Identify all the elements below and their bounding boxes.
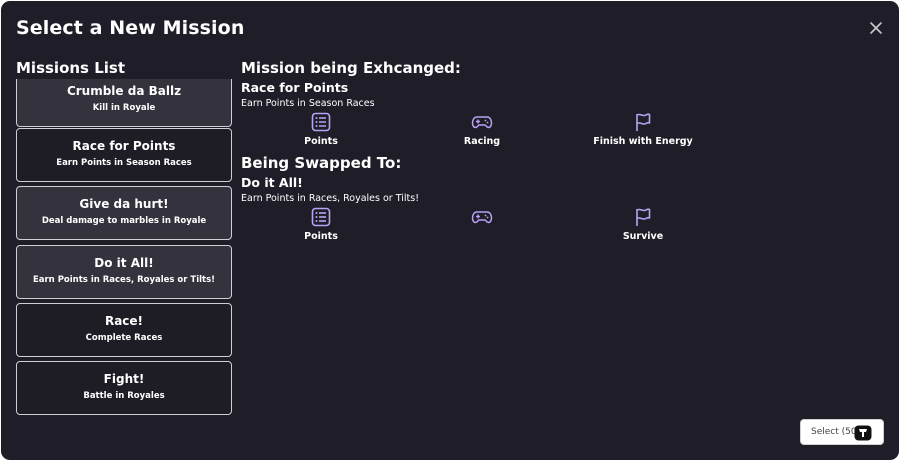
mission-card-description: Deal damage to marbles in Royale: [41, 216, 207, 226]
swap-mission-description: Earn Points in Races, Royales or Tilts!: [241, 193, 420, 204]
mission-card-race-for-points[interactable]: Race for Points Earn Points in Season Ra…: [16, 128, 232, 182]
mission-card-give-da-hurt[interactable]: Give da hurt! Deal damage to marbles in …: [16, 186, 232, 240]
current-mission-description: Earn Points in Season Races: [241, 98, 375, 109]
swap-objective-points: Points: [241, 207, 401, 243]
mission-card-name: Fight!: [103, 372, 145, 386]
objective-label: Racing: [463, 136, 501, 147]
mission-card-description: Battle in Royales: [83, 391, 165, 401]
mission-card-name: Crumble da Ballz: [66, 84, 182, 98]
objective-label: Points: [304, 136, 338, 147]
current-objective-points: Points: [241, 112, 401, 148]
objective-label: Finish with Energy: [593, 136, 693, 147]
close-icon[interactable]: [867, 19, 885, 37]
mission-card-do-it-all[interactable]: Do it All! Earn Points in Races, Royales…: [16, 245, 232, 299]
mission-card-description: Earn Points in Races, Royales or Tilts!: [32, 275, 216, 285]
mission-card-name: Race!: [104, 314, 144, 328]
flag-icon: [636, 113, 651, 131]
mission-card-description: Earn Points in Season Races: [56, 158, 192, 168]
gamepad-icon: [471, 116, 493, 129]
swap-objective-survive: Survive: [563, 207, 723, 243]
objective-label: [402, 231, 562, 243]
objective-label: Survive: [622, 231, 664, 242]
flag-icon: [636, 208, 651, 226]
mission-select-dialog: Select a New Mission Missions List Crumb…: [1, 1, 899, 460]
mission-card-name: Race for Points: [72, 139, 176, 153]
current-objective-racing: Racing: [402, 112, 562, 148]
mission-card-crumble-da-ballz[interactable]: Crumble da Ballz Kill in Royale: [16, 79, 232, 127]
mission-card-name: Do it All!: [94, 256, 154, 270]
coin-icon: [854, 425, 872, 441]
current-objective-finish-with-energy: Finish with Energy: [563, 112, 723, 148]
current-mission-heading: Mission being Exhcanged:: [241, 59, 461, 77]
mission-card-fight[interactable]: Fight! Battle in Royales: [16, 361, 232, 415]
objective-label: Points: [304, 231, 338, 242]
dialog-title: Select a New Mission: [16, 17, 245, 39]
mission-card-race[interactable]: Race! Complete Races: [16, 303, 232, 357]
list-icon: [311, 207, 331, 227]
list-icon: [311, 112, 331, 132]
select-button-label: Select (50: [811, 427, 857, 437]
gamepad-icon: [471, 211, 493, 224]
missions-list[interactable]: Crumble da Ballz Kill in Royale Race for…: [16, 79, 232, 419]
mission-card-description: Kill in Royale: [92, 103, 156, 113]
swap-mission-heading: Being Swapped To:: [241, 154, 402, 172]
swap-mission-name: Do it All!: [241, 175, 303, 190]
missions-list-title: Missions List: [16, 59, 125, 77]
mission-card-description: Complete Races: [85, 333, 163, 343]
current-mission-name: Race for Points: [241, 80, 349, 95]
swap-objective-gamepad: [402, 207, 562, 243]
mission-card-name: Give da hurt!: [79, 197, 169, 211]
